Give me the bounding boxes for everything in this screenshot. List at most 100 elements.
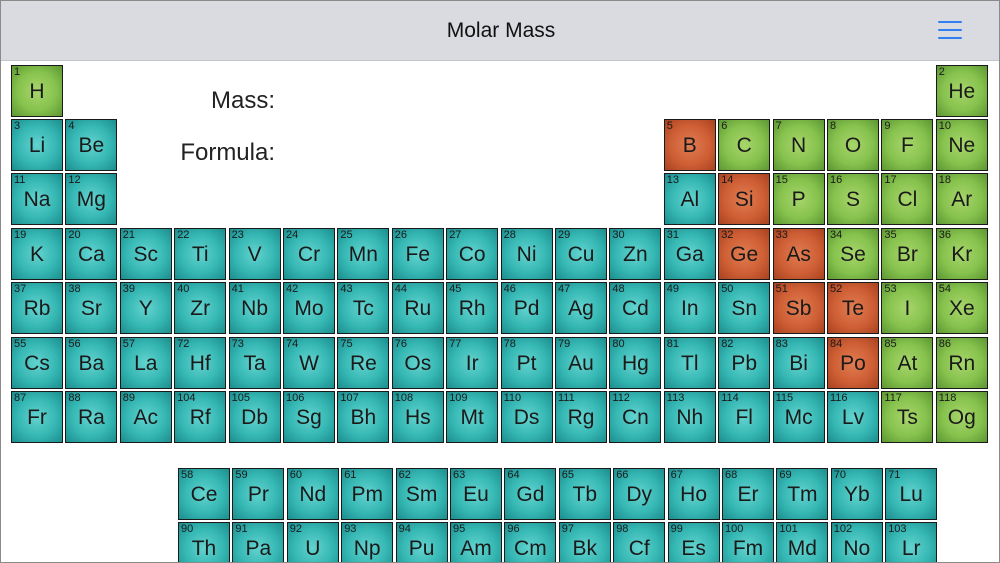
element-mo-button[interactable]: 42 Mo bbox=[283, 282, 335, 334]
element-pa-button[interactable]: 91 Pa bbox=[232, 522, 285, 562]
element-no-button[interactable]: 102 No bbox=[830, 522, 883, 562]
element-b-button[interactable]: 5B bbox=[663, 119, 716, 171]
element-si-button[interactable]: 14 Si bbox=[718, 173, 771, 225]
element-ti-button[interactable]: 22 Ti bbox=[174, 228, 227, 280]
element-mn-button[interactable]: 25 Mn bbox=[337, 228, 390, 280]
element-as-button[interactable]: 33 As bbox=[772, 228, 825, 280]
element-te-button[interactable]: 52 Te bbox=[827, 282, 879, 334]
element-ne-button[interactable]: 10 Ne bbox=[935, 119, 988, 171]
element-pd-button[interactable]: 46 Pd bbox=[500, 282, 553, 334]
element-dy-button[interactable]: 66 Dy bbox=[613, 468, 666, 520]
element-pr-button[interactable]: 59 Pr bbox=[232, 468, 285, 520]
element-nb-button[interactable]: 41 Nb bbox=[228, 282, 281, 334]
element-ca-button[interactable]: 20 Ca bbox=[65, 228, 118, 280]
element-ge-button[interactable]: 32 Ge bbox=[718, 228, 771, 280]
element-tm-button[interactable]: 69 Tm bbox=[776, 468, 829, 520]
element-rf-button[interactable]: 104 Rf bbox=[174, 391, 227, 443]
element-cm-button[interactable]: 96 Cm bbox=[504, 522, 557, 562]
element-cf-button[interactable]: 98 Cf bbox=[613, 522, 666, 562]
element-se-button[interactable]: 34 Se bbox=[827, 228, 879, 280]
element-md-button[interactable]: 101 Md bbox=[776, 522, 829, 562]
element-rh-button[interactable]: 45 Rh bbox=[446, 282, 499, 334]
element-np-button[interactable]: 93 Np bbox=[341, 522, 394, 562]
element-h-button[interactable]: 1H bbox=[11, 65, 63, 117]
element-lv-button[interactable]: 116 Lv bbox=[827, 391, 879, 443]
element-fm-button[interactable]: 100 Fm bbox=[722, 522, 774, 562]
element-ra-button[interactable]: 88 Ra bbox=[65, 391, 118, 443]
element-os-button[interactable]: 76 Os bbox=[391, 337, 444, 389]
element-cd-button[interactable]: 48 Cd bbox=[609, 282, 662, 334]
element-bh-button[interactable]: 107 Bh bbox=[337, 391, 390, 443]
element-xe-button[interactable]: 54 Xe bbox=[935, 282, 988, 334]
element-ac-button[interactable]: 89 Ac bbox=[119, 391, 172, 443]
element-tl-button[interactable]: 81 Tl bbox=[663, 337, 716, 389]
element-cs-button[interactable]: 55 Cs bbox=[11, 337, 63, 389]
element-sm-button[interactable]: 62 Sm bbox=[395, 468, 448, 520]
element-p-button[interactable]: 15 P bbox=[772, 173, 825, 225]
element-i-button[interactable]: 53 I bbox=[881, 282, 934, 334]
element-sr-button[interactable]: 38 Sr bbox=[65, 282, 118, 334]
element-db-button[interactable]: 105 Db bbox=[228, 391, 281, 443]
element-br-button[interactable]: 35 Br bbox=[881, 228, 934, 280]
element-zr-button[interactable]: 40 Zr bbox=[174, 282, 227, 334]
element-fr-button[interactable]: 87 Fr bbox=[11, 391, 63, 443]
element-ni-button[interactable]: 28 Ni bbox=[500, 228, 553, 280]
element-lu-button[interactable]: 71 Lu bbox=[885, 468, 938, 520]
element-re-button[interactable]: 75 Re bbox=[337, 337, 390, 389]
element-ir-button[interactable]: 77 Ir bbox=[446, 337, 499, 389]
element-li-button[interactable]: 3 Li bbox=[11, 119, 63, 171]
element-sb-button[interactable]: 51 Sb bbox=[772, 282, 825, 334]
element-cr-button[interactable]: 24 Cr bbox=[283, 228, 335, 280]
element-mc-button[interactable]: 115 Mc bbox=[772, 391, 825, 443]
element-cl-button[interactable]: 17 Cl bbox=[881, 173, 934, 225]
element-pb-button[interactable]: 82 Pb bbox=[718, 337, 771, 389]
element-ho-button[interactable]: 67 Ho bbox=[667, 468, 720, 520]
element-al-button[interactable]: 13 Al bbox=[663, 173, 716, 225]
element-nh-button[interactable]: 113 Nh bbox=[663, 391, 716, 443]
element-at-button[interactable]: 85 At bbox=[881, 337, 934, 389]
element-og-button[interactable]: 118 Og bbox=[935, 391, 988, 443]
element-sn-button[interactable]: 50 Sn bbox=[718, 282, 771, 334]
element-au-button[interactable]: 79 Au bbox=[555, 337, 607, 389]
element-po-button[interactable]: 84 Po bbox=[827, 337, 879, 389]
element-na-button[interactable]: 11 Na bbox=[11, 173, 63, 225]
element-o-button[interactable]: 8O bbox=[827, 119, 879, 171]
element-gd-button[interactable]: 64 Gd bbox=[504, 468, 557, 520]
element-er-button[interactable]: 68 Er bbox=[722, 468, 774, 520]
element-ts-button[interactable]: 117 Ts bbox=[881, 391, 934, 443]
element-zn-button[interactable]: 30 Zn bbox=[609, 228, 662, 280]
element-in-button[interactable]: 49 In bbox=[663, 282, 716, 334]
element-y-button[interactable]: 39 Y bbox=[119, 282, 172, 334]
element-fe-button[interactable]: 26 Fe bbox=[391, 228, 444, 280]
element-es-button[interactable]: 99 Es bbox=[667, 522, 720, 562]
element-u-button[interactable]: 92 U bbox=[286, 522, 339, 562]
element-ba-button[interactable]: 56 Ba bbox=[65, 337, 118, 389]
element-s-button[interactable]: 16 S bbox=[827, 173, 879, 225]
element-pm-button[interactable]: 61 Pm bbox=[341, 468, 394, 520]
element-fl-button[interactable]: 114 Fl bbox=[718, 391, 771, 443]
element-lr-button[interactable]: 103 Lr bbox=[885, 522, 938, 562]
element-co-button[interactable]: 27 Co bbox=[446, 228, 499, 280]
element-am-button[interactable]: 95 Am bbox=[450, 522, 502, 562]
element-pu-button[interactable]: 94 Pu bbox=[395, 522, 448, 562]
element-v-button[interactable]: 23 V bbox=[228, 228, 281, 280]
element-cu-button[interactable]: 29 Cu bbox=[555, 228, 607, 280]
element-hg-button[interactable]: 80 Hg bbox=[609, 337, 662, 389]
element-bk-button[interactable]: 97 Bk bbox=[558, 522, 611, 562]
element-ce-button[interactable]: 58 Ce bbox=[178, 468, 230, 520]
element-rb-button[interactable]: 37 Rb bbox=[11, 282, 63, 334]
element-w-button[interactable]: 74 W bbox=[283, 337, 335, 389]
element-kr-button[interactable]: 36 Kr bbox=[935, 228, 988, 280]
element-c-button[interactable]: 6C bbox=[718, 119, 771, 171]
element-ag-button[interactable]: 47 Ag bbox=[555, 282, 607, 334]
element-rn-button[interactable]: 86 Rn bbox=[935, 337, 988, 389]
element-nd-button[interactable]: 60 Nd bbox=[286, 468, 339, 520]
element-mg-button[interactable]: 12 Mg bbox=[65, 173, 118, 225]
element-tb-button[interactable]: 65 Tb bbox=[558, 468, 611, 520]
element-eu-button[interactable]: 63 Eu bbox=[450, 468, 502, 520]
element-ta-button[interactable]: 73 Ta bbox=[228, 337, 281, 389]
element-bi-button[interactable]: 83 Bi bbox=[772, 337, 825, 389]
element-f-button[interactable]: 9F bbox=[881, 119, 934, 171]
element-k-button[interactable]: 19 K bbox=[11, 228, 63, 280]
element-cn-button[interactable]: 112 Cn bbox=[609, 391, 662, 443]
